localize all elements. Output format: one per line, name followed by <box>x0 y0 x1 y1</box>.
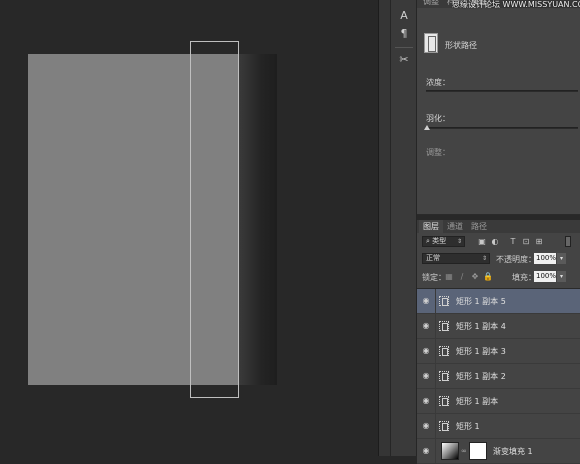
eye-icon[interactable]: ◉ <box>421 321 431 331</box>
visibility-divider <box>435 314 436 339</box>
density-slider[interactable] <box>426 90 578 92</box>
layer-name[interactable]: 矩形 1 副本 5 <box>456 296 506 307</box>
layer-row[interactable]: ◉ 矩形 1 <box>417 414 580 439</box>
adjust-tool-icon[interactable]: ✂ <box>394 50 414 70</box>
tab-adjustments[interactable]: 调整 <box>419 0 443 8</box>
fill-dropdown-arrow[interactable]: ▾ <box>557 271 566 282</box>
adjustment-filter-icon[interactable]: ◐ <box>490 236 500 247</box>
opacity-field[interactable]: 100% <box>534 253 556 264</box>
eye-icon[interactable]: ◉ <box>421 296 431 306</box>
visibility-divider <box>435 364 436 389</box>
tab-paths[interactable]: 路径 <box>467 220 491 233</box>
refine-label: 调整： <box>426 148 450 157</box>
eye-icon[interactable]: ◉ <box>421 346 431 356</box>
layer-name[interactable]: 矩形 1 副本 <box>456 396 498 407</box>
tab-layers[interactable]: 图层 <box>419 220 443 233</box>
layer-name[interactable]: 矩形 1 <box>456 421 480 432</box>
gradient-thumbnail <box>441 442 459 460</box>
pixel-filter-icon[interactable]: ▣ <box>477 236 487 247</box>
layers-panel: 图层 通道 路径 ⌕ 类型 ⇕ ▣ ◐ T ⊡ ⊞ 正常 ⇕ 不透明度： 100… <box>417 220 580 464</box>
visibility-divider <box>435 289 436 314</box>
layer-row[interactable]: ◉ 矩形 1 副本 <box>417 389 580 414</box>
document-dark-strip <box>239 54 277 385</box>
layer-filter-value: 类型 <box>432 237 447 245</box>
feather-slider-handle[interactable] <box>424 125 430 130</box>
canvas-area[interactable] <box>0 0 378 456</box>
shape-path-icon <box>424 33 438 53</box>
shape-filter-icon[interactable]: ⊡ <box>521 236 531 247</box>
lock-position-icon[interactable]: ✥ <box>470 271 480 282</box>
tab-channels[interactable]: 通道 <box>443 220 467 233</box>
eye-icon[interactable]: ◉ <box>421 371 431 381</box>
opacity-label: 不透明度： <box>496 255 536 264</box>
lock-transparent-icon[interactable]: ▦ <box>444 271 454 282</box>
shape-layer-icon <box>439 396 449 406</box>
search-icon: ⌕ <box>426 237 430 245</box>
layer-row[interactable]: ◉ 矩形 1 副本 5 <box>417 289 580 314</box>
layer-name[interactable]: 矩形 1 副本 4 <box>456 321 506 332</box>
layer-row[interactable]: ◉ 矩形 1 副本 3 <box>417 339 580 364</box>
paragraph-tool-icon[interactable]: ¶ <box>394 24 414 44</box>
density-label: 浓度： <box>426 78 450 87</box>
visibility-divider <box>435 439 436 464</box>
fill-label: 填充： <box>512 273 536 282</box>
shape-layer-icon <box>439 346 449 356</box>
layer-row[interactable]: ◉ 矩形 1 副本 4 <box>417 314 580 339</box>
panel-divider[interactable] <box>378 0 390 456</box>
layer-name[interactable]: 矩形 1 副本 2 <box>456 371 506 382</box>
shape-layer-icon <box>439 421 449 431</box>
blend-mode-dropdown[interactable]: 正常 ⇕ <box>422 253 490 264</box>
opacity-dropdown-arrow[interactable]: ▾ <box>557 253 566 264</box>
layers-tab-bar: 图层 通道 路径 <box>417 220 580 233</box>
chevron-down-icon: ⇕ <box>481 255 487 262</box>
feather-label: 羽化： <box>426 114 450 123</box>
shape-layer-icon <box>439 321 449 331</box>
layer-row[interactable]: ◉ 矩形 1 副本 2 <box>417 364 580 389</box>
layer-filter-dropdown[interactable]: ⌕ 类型 ⇕ <box>422 236 465 247</box>
watermark-text: 思缘设计论坛 WWW.MISSYUAN.COM <box>452 0 580 9</box>
lock-all-icon[interactable]: 🔒 <box>483 271 493 282</box>
eye-icon[interactable]: ◉ <box>421 396 431 406</box>
panel-icon-strip: A ¶ ✂ <box>390 0 417 456</box>
link-icon[interactable]: ∞ <box>461 447 467 455</box>
layers-list: ◉ 矩形 1 副本 5 ◉ 矩形 1 副本 4 ◉ 矩形 1 副本 3 ◉ 矩形… <box>417 288 580 464</box>
fill-field[interactable]: 100% <box>534 271 556 282</box>
text-tool-icon[interactable]: A <box>394 6 414 26</box>
feather-slider[interactable] <box>426 127 578 129</box>
smart-object-filter-icon[interactable]: ⊞ <box>534 236 544 247</box>
layer-name[interactable]: 矩形 1 副本 3 <box>456 346 506 357</box>
selected-shape-path[interactable] <box>190 41 239 398</box>
blend-mode-value: 正常 <box>426 254 440 262</box>
tool-divider <box>395 47 413 48</box>
layer-name[interactable]: 渐变填充 1 <box>493 446 533 457</box>
visibility-divider <box>435 414 436 439</box>
lock-label: 锁定： <box>422 273 446 282</box>
visibility-divider <box>435 339 436 364</box>
properties-panel: 调整 样式 属性 形状路径 浓度： 羽化： 调整： <box>417 0 580 215</box>
shape-path-label: 形状路径 <box>445 41 477 50</box>
chevron-down-icon: ⇕ <box>456 238 462 245</box>
eye-icon[interactable]: ◉ <box>421 421 431 431</box>
filter-toggle-switch[interactable] <box>565 236 571 247</box>
shape-layer-icon <box>439 371 449 381</box>
visibility-divider <box>435 389 436 414</box>
shape-layer-icon <box>439 296 449 306</box>
layer-row[interactable]: ◉ ∞ 渐变填充 1 <box>417 439 580 464</box>
mask-thumbnail <box>469 442 487 460</box>
eye-icon[interactable]: ◉ <box>421 446 431 456</box>
type-filter-icon[interactable]: T <box>508 236 518 247</box>
lock-pixels-icon[interactable]: ∕ <box>457 271 467 282</box>
